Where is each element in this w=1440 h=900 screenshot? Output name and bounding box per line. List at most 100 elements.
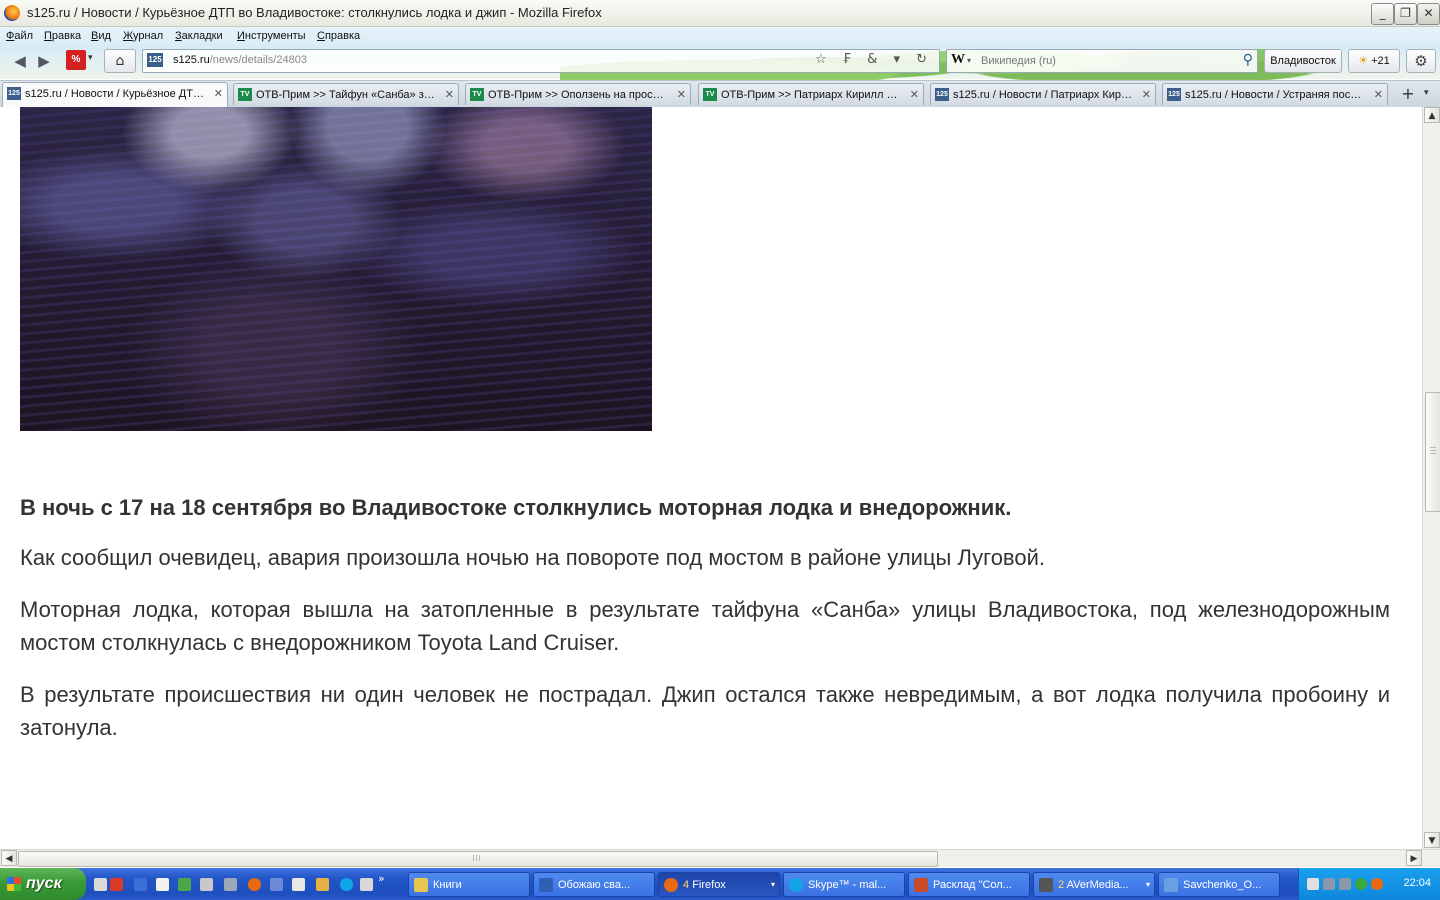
gear-icon[interactable]: ⚙ [1406, 49, 1436, 73]
minimize-button[interactable]: _ [1371, 3, 1394, 25]
firefox-quicklaunch-icon[interactable] [248, 878, 261, 891]
printer-icon[interactable] [292, 878, 305, 891]
tab-label: ОТВ-Прим >> Патриарх Кирилл пр... [721, 89, 901, 101]
home-button[interactable]: ⌂ [104, 49, 136, 73]
weather-temperature: +21 [1371, 55, 1390, 67]
task-label: 2 AVerMedia... [1058, 879, 1150, 891]
new-tab-button[interactable]: + [1396, 83, 1420, 105]
tab-close-icon[interactable]: ✕ [910, 88, 919, 101]
tray-network-icon[interactable] [1339, 878, 1351, 890]
tab-2[interactable]: TV ОТВ-Прим >> Тайфун «Санба» зат... ✕ [233, 83, 459, 105]
article-paragraph: Как сообщил очевидец, авария произошла н… [20, 545, 1046, 570]
show-desktop-icon[interactable] [94, 878, 107, 891]
taskbar-item-solitaire[interactable]: Расклад "Сол... [908, 872, 1030, 897]
menu-bookmarks[interactable]: Закладки [175, 30, 223, 42]
task-label: Расклад "Сол... [933, 879, 1012, 891]
taskbar-item-firefox[interactable]: 4 Firefox ▾ [658, 872, 780, 897]
weather-button[interactable]: ☀ +21 [1348, 49, 1400, 73]
url-bar-icons[interactable]: ☆ ₣ & ▾ ↻ [815, 52, 933, 67]
tab-list-dropdown-icon[interactable]: ▾ [1424, 87, 1429, 98]
taskbar-item-skype[interactable]: Skype™ - mal... [783, 872, 905, 897]
taskbar-item-savchenko[interactable]: Savchenko_O... [1158, 872, 1280, 897]
desktop-icon[interactable] [134, 878, 147, 891]
close-button[interactable]: ✕ [1417, 3, 1440, 25]
search-engine-dropdown-icon[interactable]: ▾ [967, 56, 971, 65]
tray-network-icon[interactable] [1323, 878, 1335, 890]
page-content: В ночь с 17 на 18 сентября во Владивосто… [0, 107, 1422, 849]
tab-3[interactable]: TV ОТВ-Прим >> Оползень на проспек... ✕ [465, 83, 691, 105]
document-icon[interactable] [156, 878, 169, 891]
task-label: 4 Firefox [683, 879, 775, 891]
taskbar-item-word[interactable]: Обожаю сва... [533, 872, 655, 897]
url-host: s125.ru [173, 54, 210, 66]
task-dropdown-icon[interactable]: ▾ [771, 880, 775, 889]
addon-dropdown-icon[interactable]: ▾ [88, 52, 93, 63]
search-icon[interactable]: ⚲ [1243, 52, 1253, 68]
url-bar[interactable]: 125 s125.ru/news/details/24803 ☆ ₣ & ▾ ↻ [142, 49, 940, 73]
article-body: В ночь с 17 на 18 сентября во Владивосто… [20, 491, 1390, 763]
horizontal-scroll-thumb[interactable] [18, 851, 938, 867]
menu-view[interactable]: Вид [91, 30, 111, 42]
tab-6[interactable]: 125 s125.ru / Новости / Устраняя после..… [1162, 83, 1388, 105]
tab-close-icon[interactable]: ✕ [214, 87, 223, 100]
back-arrow-icon[interactable]: ◀ [10, 51, 30, 71]
tab-1[interactable]: 125 s125.ru / Новости / Курьёзное ДТП ..… [2, 82, 228, 107]
folder-icon[interactable] [316, 878, 329, 891]
tab-close-icon[interactable]: ✕ [445, 88, 454, 101]
scroll-up-icon[interactable]: ▲ [1424, 107, 1440, 123]
task-name: AVerMedia... [1066, 879, 1129, 891]
start-button[interactable]: пуск [0, 868, 86, 900]
tab-4[interactable]: TV ОТВ-Прим >> Патриарх Кирилл пр... ✕ [698, 83, 924, 105]
sun-icon: ☀ [1358, 54, 1369, 67]
search-placeholder: Википедия (ru) [981, 55, 1056, 67]
skype-icon[interactable] [340, 878, 353, 891]
title-bar: s125.ru / Новости / Курьёзное ДТП во Вла… [0, 0, 1440, 27]
firefox-icon[interactable] [4, 5, 20, 21]
quicklaunch-more-icon[interactable]: » [378, 872, 385, 885]
maximize-button[interactable]: ❐ [1394, 3, 1417, 25]
scroll-down-icon[interactable]: ▼ [1424, 832, 1440, 848]
city-button[interactable]: Владивосток [1264, 49, 1342, 73]
app-icon[interactable] [178, 878, 191, 891]
scroll-left-icon[interactable]: ◀ [1, 850, 17, 866]
firefox-icon [664, 878, 678, 892]
tray-close-icon[interactable] [1307, 878, 1319, 890]
start-label: пуск [26, 875, 62, 892]
tab-close-icon[interactable]: ✕ [677, 88, 686, 101]
menu-tools[interactable]: Инструменты [237, 30, 306, 42]
menu-edit[interactable]: Правка [44, 30, 81, 42]
task-label: Обожаю сва... [558, 879, 631, 891]
drive-icon[interactable] [224, 878, 237, 891]
wikipedia-icon[interactable]: W [951, 52, 965, 68]
taskbar-item-avermedia[interactable]: 2 AVerMedia... ▾ [1033, 872, 1155, 897]
article-paragraph: Моторная лодка, которая вышла на затопле… [20, 597, 1390, 655]
tray-app-icon[interactable] [1371, 878, 1383, 890]
task-dropdown-icon[interactable]: ▾ [1146, 880, 1150, 889]
taskbar-item-books[interactable]: Книги [408, 872, 530, 897]
url-text[interactable]: s125.ru/news/details/24803 [173, 54, 307, 66]
app-icon[interactable] [360, 878, 373, 891]
vertical-scroll-thumb[interactable] [1425, 392, 1440, 512]
system-tray: 22:04 [1298, 868, 1440, 900]
task-count: 2 [1058, 879, 1065, 891]
search-bar[interactable]: W ▾ Википедия (ru) ⚲ [946, 49, 1258, 73]
forward-arrow-icon[interactable]: ▶ [34, 51, 54, 71]
network-icon[interactable] [270, 878, 283, 891]
tab-5[interactable]: 125 s125.ru / Новости / Патриарх Кири...… [930, 83, 1156, 105]
tray-status-icon[interactable] [1355, 878, 1367, 890]
calculator-icon[interactable] [200, 878, 213, 891]
scroll-right-icon[interactable]: ▶ [1406, 850, 1422, 866]
addon-button[interactable]: % [66, 50, 86, 70]
tab-favicon-icon: TV [238, 88, 252, 101]
vertical-scrollbar[interactable]: ▲ ▼ [1422, 107, 1440, 849]
task-name: Firefox [692, 879, 726, 891]
menu-history[interactable]: Журнал [123, 30, 163, 42]
navigation-toolbar: ◀ ▶ % ▾ ⌂ 125 s125.ru/news/details/24803… [0, 47, 1440, 75]
task-label: Книги [433, 879, 462, 891]
menu-help[interactable]: Справка [317, 30, 360, 42]
tab-close-icon[interactable]: ✕ [1142, 88, 1151, 101]
horizontal-scrollbar[interactable]: ◀ ▶ [0, 849, 1440, 867]
acrobat-icon[interactable] [110, 878, 123, 891]
menu-file[interactable]: Файл [6, 30, 33, 42]
tab-close-icon[interactable]: ✕ [1374, 88, 1383, 101]
